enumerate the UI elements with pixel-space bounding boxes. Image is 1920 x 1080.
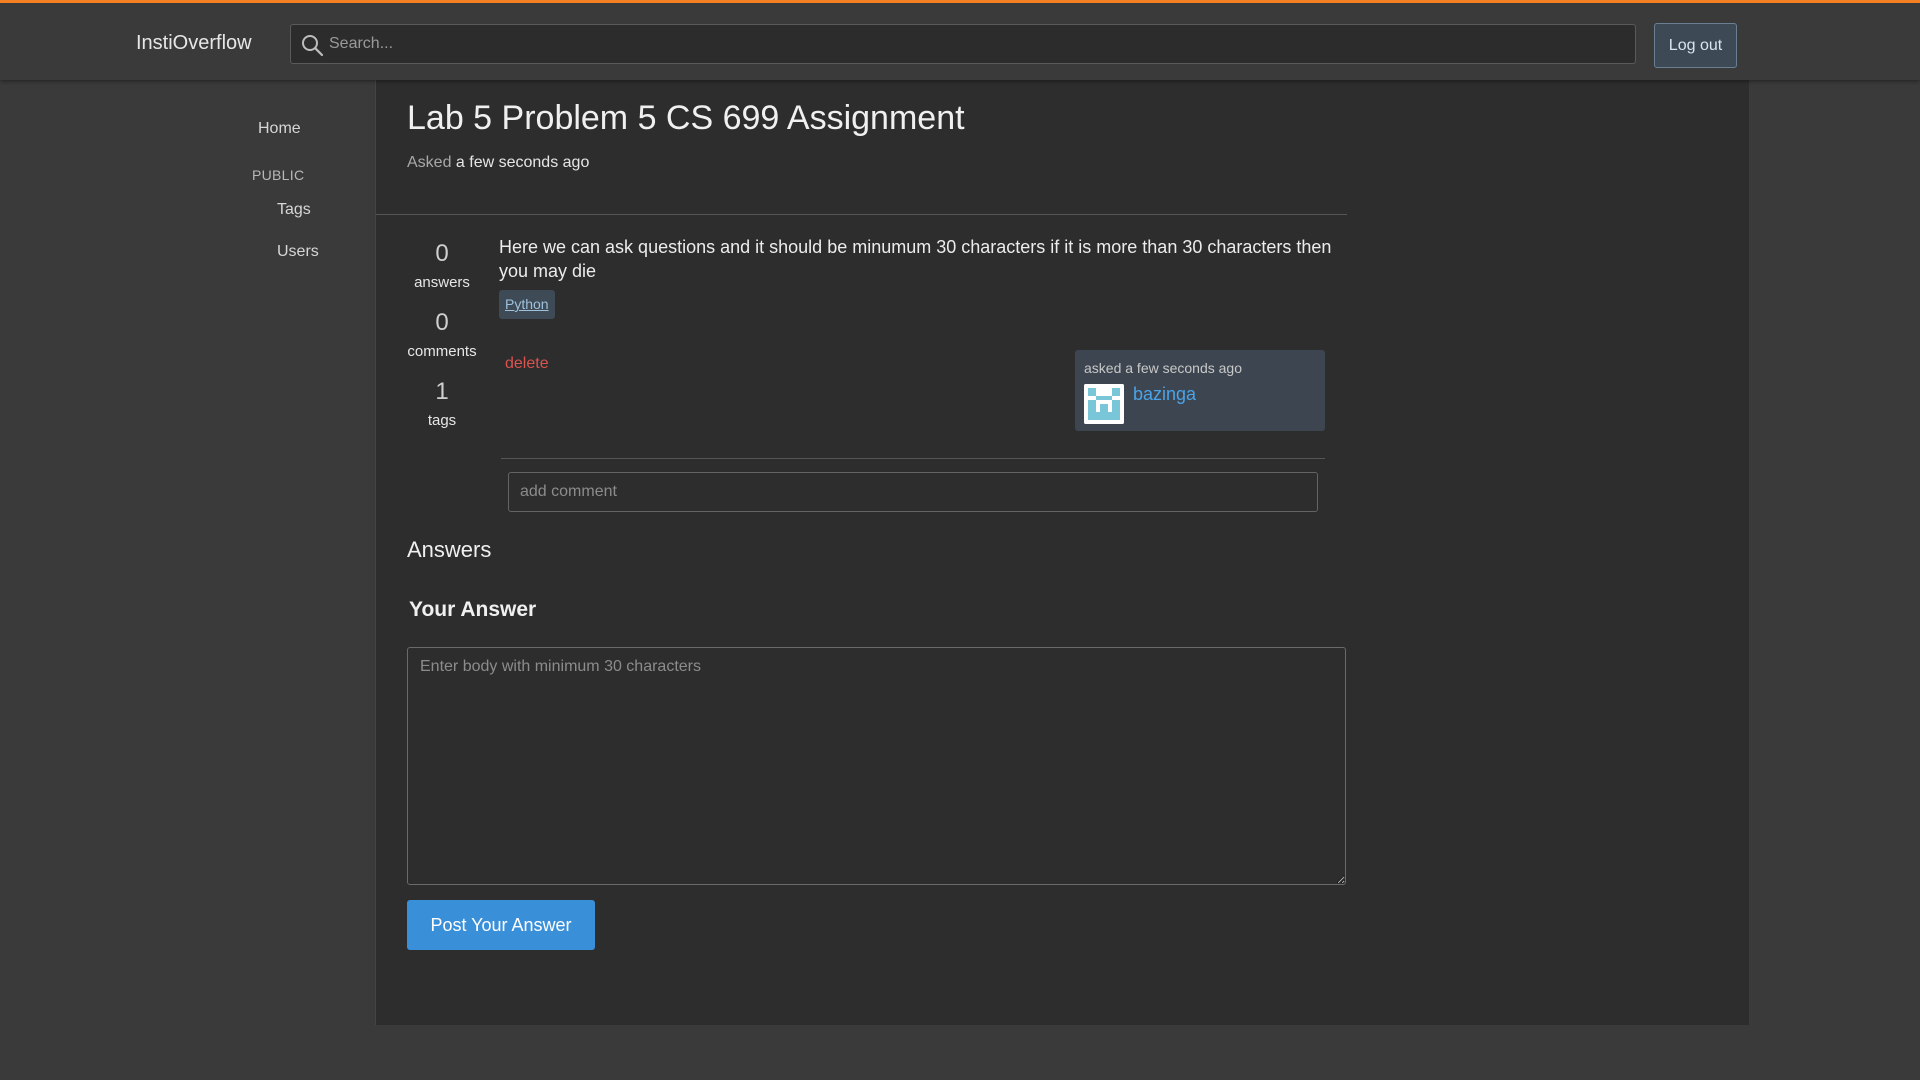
question-body: Here we can ask questions and it should … <box>499 237 1332 281</box>
asked-info: Asked a few seconds ago <box>407 154 589 172</box>
tag-python[interactable]: Python <box>499 290 555 319</box>
search-bar[interactable] <box>290 24 1636 64</box>
sidebar-item-users[interactable]: Users <box>277 243 319 261</box>
post-answer-button[interactable]: Post Your Answer <box>407 900 595 950</box>
divider <box>501 458 1325 459</box>
sidebar-section-public: PUBLIC <box>252 167 305 183</box>
brand-logo[interactable]: InstiOverflow <box>136 32 252 55</box>
divider <box>376 214 1347 215</box>
tags-count: 1 <box>435 378 449 405</box>
answers-count: 0 <box>435 240 449 267</box>
tags-label: tags <box>427 412 457 429</box>
owner-asked-text: asked a few seconds ago <box>1084 360 1242 376</box>
top-navbar: InstiOverflow Log out <box>0 0 1920 80</box>
stat-comments: 0 comments <box>402 309 482 360</box>
owner-card: asked a few seconds ago bazinga <box>1075 350 1325 431</box>
sidebar-item-home[interactable]: Home <box>258 120 301 138</box>
owner-username[interactable]: bazinga <box>1133 384 1196 405</box>
comments-count: 0 <box>435 309 449 336</box>
delete-link[interactable]: delete <box>505 355 549 373</box>
search-input[interactable] <box>329 25 1629 63</box>
logout-button[interactable]: Log out <box>1654 23 1737 68</box>
add-comment-input[interactable] <box>508 472 1318 512</box>
identicon-avatar[interactable] <box>1084 384 1124 424</box>
search-icon <box>302 35 324 57</box>
main-content: Lab 5 Problem 5 CS 699 Assignment Asked … <box>375 80 1749 1025</box>
question-title: Lab 5 Problem 5 CS 699 Assignment <box>407 99 965 137</box>
your-answer-heading: Your Answer <box>409 598 537 621</box>
stat-answers: 0 answers <box>402 240 482 291</box>
stat-tags: 1 tags <box>402 378 482 429</box>
comments-label: comments <box>407 343 477 360</box>
answers-label: answers <box>414 274 470 291</box>
asked-label: Asked <box>407 154 452 171</box>
answer-body-textarea[interactable] <box>407 647 1346 885</box>
asked-time: a few seconds ago <box>455 154 590 171</box>
sidebar-item-tags[interactable]: Tags <box>277 201 311 219</box>
answers-heading: Answers <box>407 537 492 562</box>
